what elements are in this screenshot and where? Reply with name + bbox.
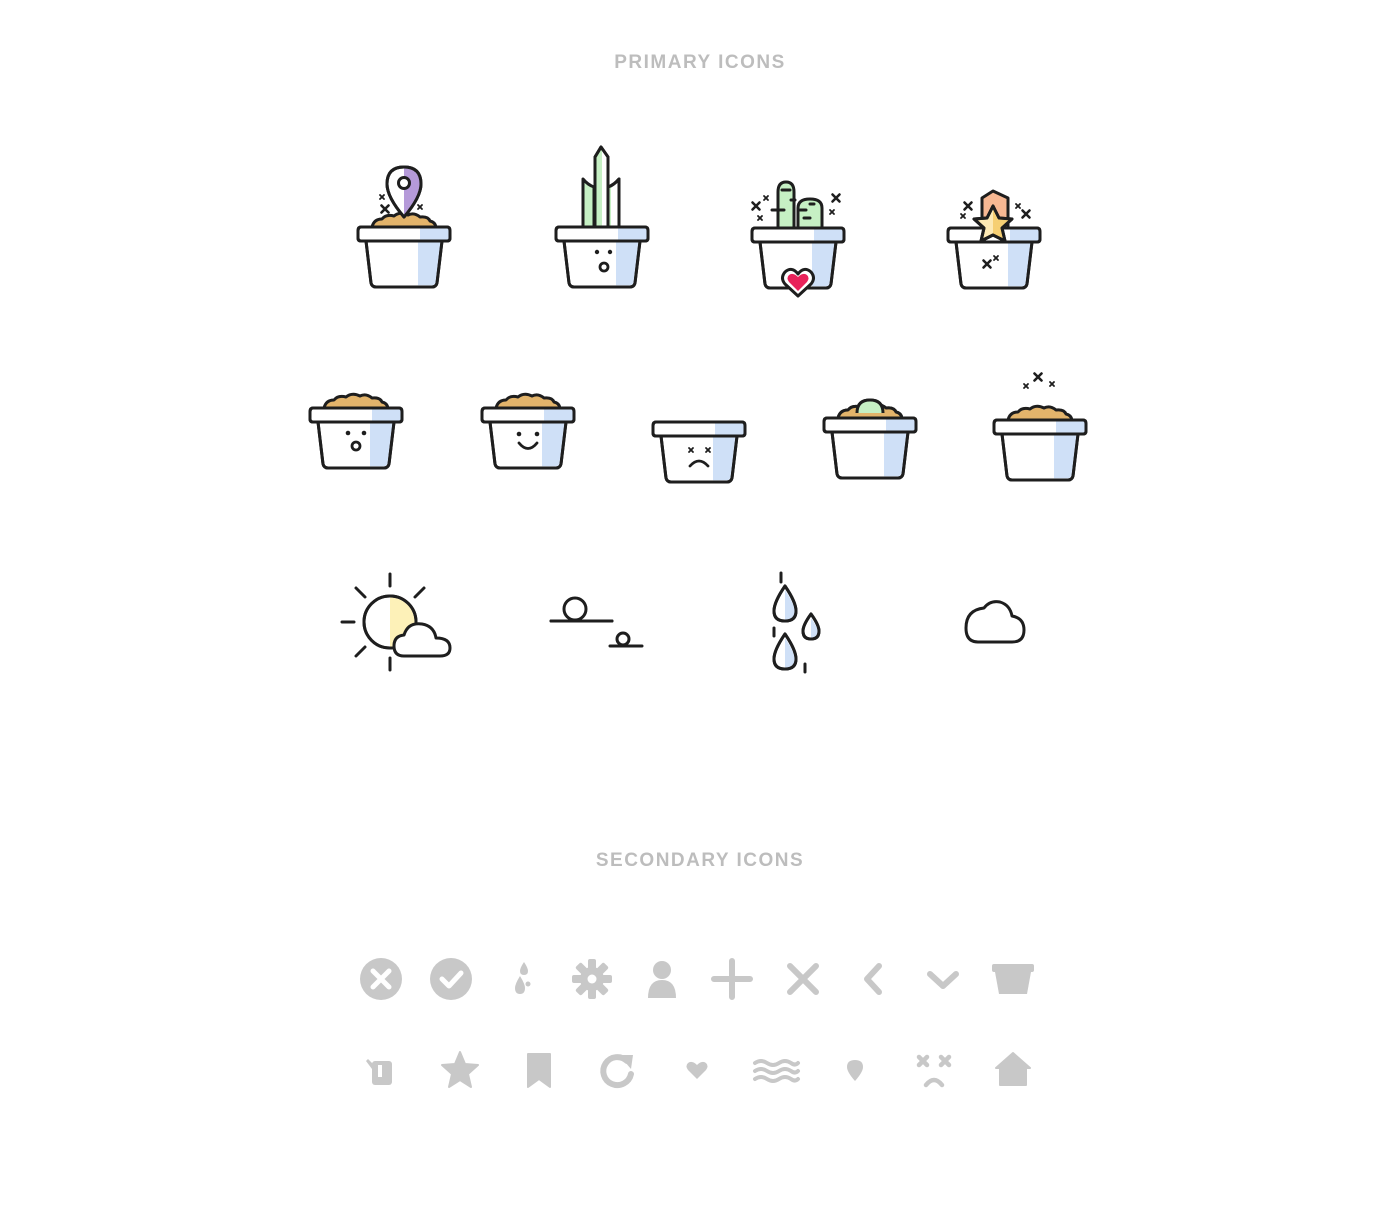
- sun-cloud-icon: [338, 570, 458, 674]
- cloud-icon: [960, 596, 1032, 652]
- star-icon[interactable]: [437, 1047, 483, 1093]
- bookmark-icon[interactable]: [516, 1047, 562, 1093]
- primary-icons-heading: PRIMARY ICONS: [614, 52, 786, 73]
- sunset-icon: [546, 590, 650, 654]
- location-plant-pot-icon: [352, 165, 456, 295]
- plus-icon[interactable]: [709, 956, 755, 1002]
- waves-icon[interactable]: [753, 1047, 800, 1093]
- pot-icon[interactable]: [990, 956, 1036, 1002]
- close-circle-icon[interactable]: [358, 956, 404, 1002]
- star-sparkle-pot-icon: [942, 184, 1046, 304]
- bulb-pot-icon: [818, 380, 922, 480]
- chevron-down-icon[interactable]: [920, 956, 966, 1002]
- secondary-icons-heading: SECONDARY ICONS: [595, 850, 805, 871]
- heart-icon[interactable]: [674, 1047, 720, 1093]
- check-circle-icon[interactable]: [428, 956, 474, 1002]
- happy-pot-icon: [476, 390, 580, 470]
- cactus-love-pot-icon: [746, 180, 850, 306]
- user-icon[interactable]: [639, 956, 685, 1002]
- refresh-icon[interactable]: [595, 1047, 641, 1093]
- sprout-plant-pot-icon: [550, 143, 654, 293]
- sparkle-pot-icon: [988, 368, 1092, 482]
- dead-face-icon[interactable]: [911, 1047, 957, 1093]
- dead-pot-icon: [647, 390, 751, 484]
- drops-icon[interactable]: [498, 956, 544, 1002]
- rain-icon: [760, 568, 830, 678]
- gear-icon[interactable]: [569, 956, 615, 1002]
- location-pin-icon[interactable]: [832, 1047, 878, 1093]
- close-icon[interactable]: [780, 956, 826, 1002]
- watering-can-icon[interactable]: [358, 1047, 404, 1093]
- chevron-left-icon[interactable]: [850, 956, 896, 1002]
- home-icon[interactable]: [990, 1047, 1036, 1093]
- surprised-pot-icon: [304, 390, 408, 470]
